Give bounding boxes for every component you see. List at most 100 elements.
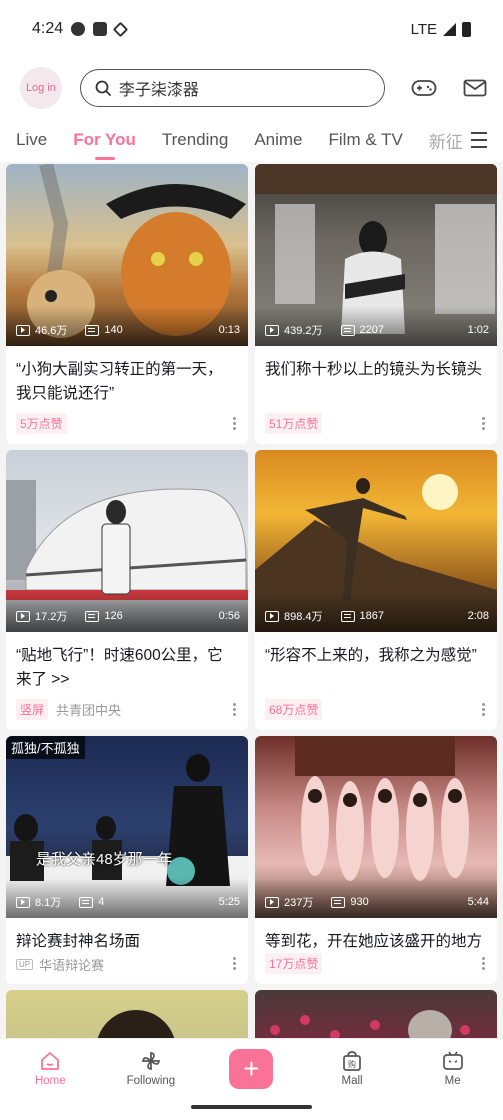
pinwheel-icon (141, 1051, 160, 1071)
danmaku-icon (340, 324, 355, 336)
view-count: 8.1万 (35, 897, 62, 909)
video-card[interactable]: 237万 930 5:44 等到花，开在她应该盛开的地方 17万点赞 (255, 736, 497, 984)
danmaku-count: 930 (350, 896, 369, 908)
nav-following-label: Following (126, 1075, 176, 1087)
nav-home-label: Home (34, 1075, 66, 1087)
like-badge: 5万点赞 (16, 413, 67, 434)
like-badge: 68万点赞 (265, 699, 323, 720)
svg-text:购: 购 (348, 1059, 356, 1069)
video-subtitle: 是我父亲48岁那一年 (36, 851, 173, 868)
signal-icon (443, 22, 456, 36)
search-placeholder: 李子柒漆器 (118, 82, 199, 99)
status-bar: 4:24 LTE (0, 0, 503, 58)
video-title[interactable]: 等到花，开在她应该盛开的地方 (255, 918, 497, 954)
danmaku-count: 126 (104, 610, 123, 622)
video-thumbnail[interactable]: 46.6万 140 0:13 (6, 164, 248, 346)
view-count: 898.4万 (284, 611, 323, 623)
video-card[interactable]: 898.4万 1867 2:08 “形容不上来的，我称之为感觉” 68万点赞 (255, 450, 497, 730)
nav-me-label: Me (444, 1075, 461, 1087)
tab-film-tv[interactable]: Film & TV (329, 130, 403, 150)
game-center-button[interactable] (411, 78, 437, 98)
video-duration: 0:56 (218, 610, 240, 622)
nav-home[interactable]: Home (0, 1039, 101, 1098)
nav-add[interactable]: + (201, 1039, 302, 1098)
tab-live[interactable]: Live (16, 130, 47, 150)
author-name[interactable]: 共青团中央 (56, 700, 121, 719)
up-badge: UP (16, 959, 34, 970)
video-duration: 2:08 (467, 610, 489, 622)
more-options-icon[interactable] (233, 417, 236, 432)
danmaku-count: 140 (104, 324, 123, 336)
video-title[interactable]: “小狗大副实习转正的第一天，我只能说还行” (6, 346, 248, 408)
battery-icon (462, 21, 471, 37)
mail-icon (463, 79, 487, 97)
plus-icon: + (243, 1052, 260, 1084)
home-icon (41, 1052, 60, 1070)
danmaku-icon (85, 324, 100, 336)
video-title[interactable]: “贴地飞行”！时速600公里，它来了 >> (6, 632, 248, 694)
top-header: Log in 李子柒漆器 (0, 58, 503, 118)
vpn-icon (112, 21, 129, 37)
video-card[interactable]: 孤独/不孤独 是我父亲48岁那一年 8.1万 4 5:25 辩论赛封神名场面 U… (6, 736, 248, 984)
video-thumbnail[interactable]: 439.2万 2207 1:02 (255, 164, 497, 346)
author-name[interactable]: 华语辩论赛 (39, 955, 104, 974)
view-count: 46.6万 (35, 325, 68, 337)
more-options-icon[interactable] (482, 417, 485, 432)
video-thumbnail[interactable] (6, 990, 248, 1038)
danmaku-icon (331, 896, 346, 908)
play-count-icon (265, 896, 279, 908)
view-count: 237万 (284, 897, 314, 909)
danmaku-count: 1867 (359, 610, 385, 622)
video-thumbnail[interactable]: 898.4万 1867 2:08 (255, 450, 497, 632)
video-title[interactable]: 辩论赛封神名场面 (6, 918, 248, 954)
tab-trending[interactable]: Trending (162, 130, 228, 150)
danmaku-icon (340, 610, 355, 622)
bottom-nav: Home Following + 购 Mall Me (0, 1038, 503, 1098)
video-overlay-title: 孤独/不孤独 (6, 736, 85, 759)
play-count-icon (16, 324, 30, 336)
thumbnail-image (97, 1010, 175, 1038)
sync-icon (71, 22, 86, 36)
video-thumbnail[interactable]: 237万 930 5:44 (255, 736, 497, 918)
like-badge: 51万点赞 (265, 413, 323, 434)
video-card[interactable]: 46.6万 140 0:13 “小狗大副实习转正的第一天，我只能说还行” 5万点… (6, 164, 248, 444)
more-options-icon[interactable] (482, 703, 485, 718)
play-count-icon (265, 324, 279, 336)
tv-face-icon (442, 1051, 463, 1070)
video-thumbnail[interactable]: 17.2万 126 0:56 (6, 450, 248, 632)
add-button[interactable]: + (229, 1048, 274, 1089)
danmaku-count: 4 (98, 896, 105, 908)
video-thumbnail[interactable]: 孤独/不孤独 是我父亲48岁那一年 8.1万 4 5:25 (6, 736, 248, 918)
more-options-icon[interactable] (233, 957, 236, 972)
nav-me[interactable]: Me (402, 1039, 503, 1098)
tab-new[interactable]: 新征 (429, 128, 463, 153)
more-options-icon[interactable] (482, 957, 485, 972)
shopping-bag-icon: 购 (343, 1051, 361, 1071)
vertical-badge: 竖屏 (16, 699, 49, 720)
danmaku-icon (85, 610, 100, 622)
tab-for-you[interactable]: For You (73, 130, 136, 150)
video-title[interactable]: “形容不上来的，我称之为感觉” (255, 632, 497, 694)
more-options-icon[interactable] (233, 703, 236, 718)
messages-button[interactable] (463, 79, 487, 97)
tab-anime[interactable]: Anime (254, 130, 302, 150)
nav-mall[interactable]: 购 Mall (302, 1039, 403, 1098)
gamepad-icon (411, 80, 437, 96)
video-card[interactable]: 439.2万 2207 1:02 我们称十秒以上的镜头为长镜头 51万点赞 (255, 164, 497, 444)
video-title[interactable]: 我们称十秒以上的镜头为长镜头 (255, 346, 497, 408)
video-card[interactable]: 17.2万 126 0:56 “贴地飞行”！时速600公里，它来了 >> 竖屏 … (6, 450, 248, 730)
search-icon (95, 80, 111, 96)
tabs-menu-icon[interactable] (471, 132, 487, 153)
play-count-icon (16, 896, 30, 908)
video-feed[interactable]: 46.6万 140 0:13 “小狗大副实习转正的第一天，我只能说还行” 5万点… (6, 164, 497, 1038)
nav-following[interactable]: Following (101, 1039, 202, 1098)
video-thumbnail[interactable] (255, 990, 497, 1038)
sd-card-icon (93, 22, 108, 36)
video-duration: 0:13 (218, 324, 240, 336)
video-card[interactable] (6, 990, 248, 1038)
login-button[interactable]: Log in (20, 67, 62, 109)
view-count: 17.2万 (35, 611, 68, 623)
video-card[interactable] (255, 990, 497, 1038)
video-duration: 5:44 (467, 896, 489, 908)
search-input[interactable]: 李子柒漆器 (79, 69, 385, 107)
